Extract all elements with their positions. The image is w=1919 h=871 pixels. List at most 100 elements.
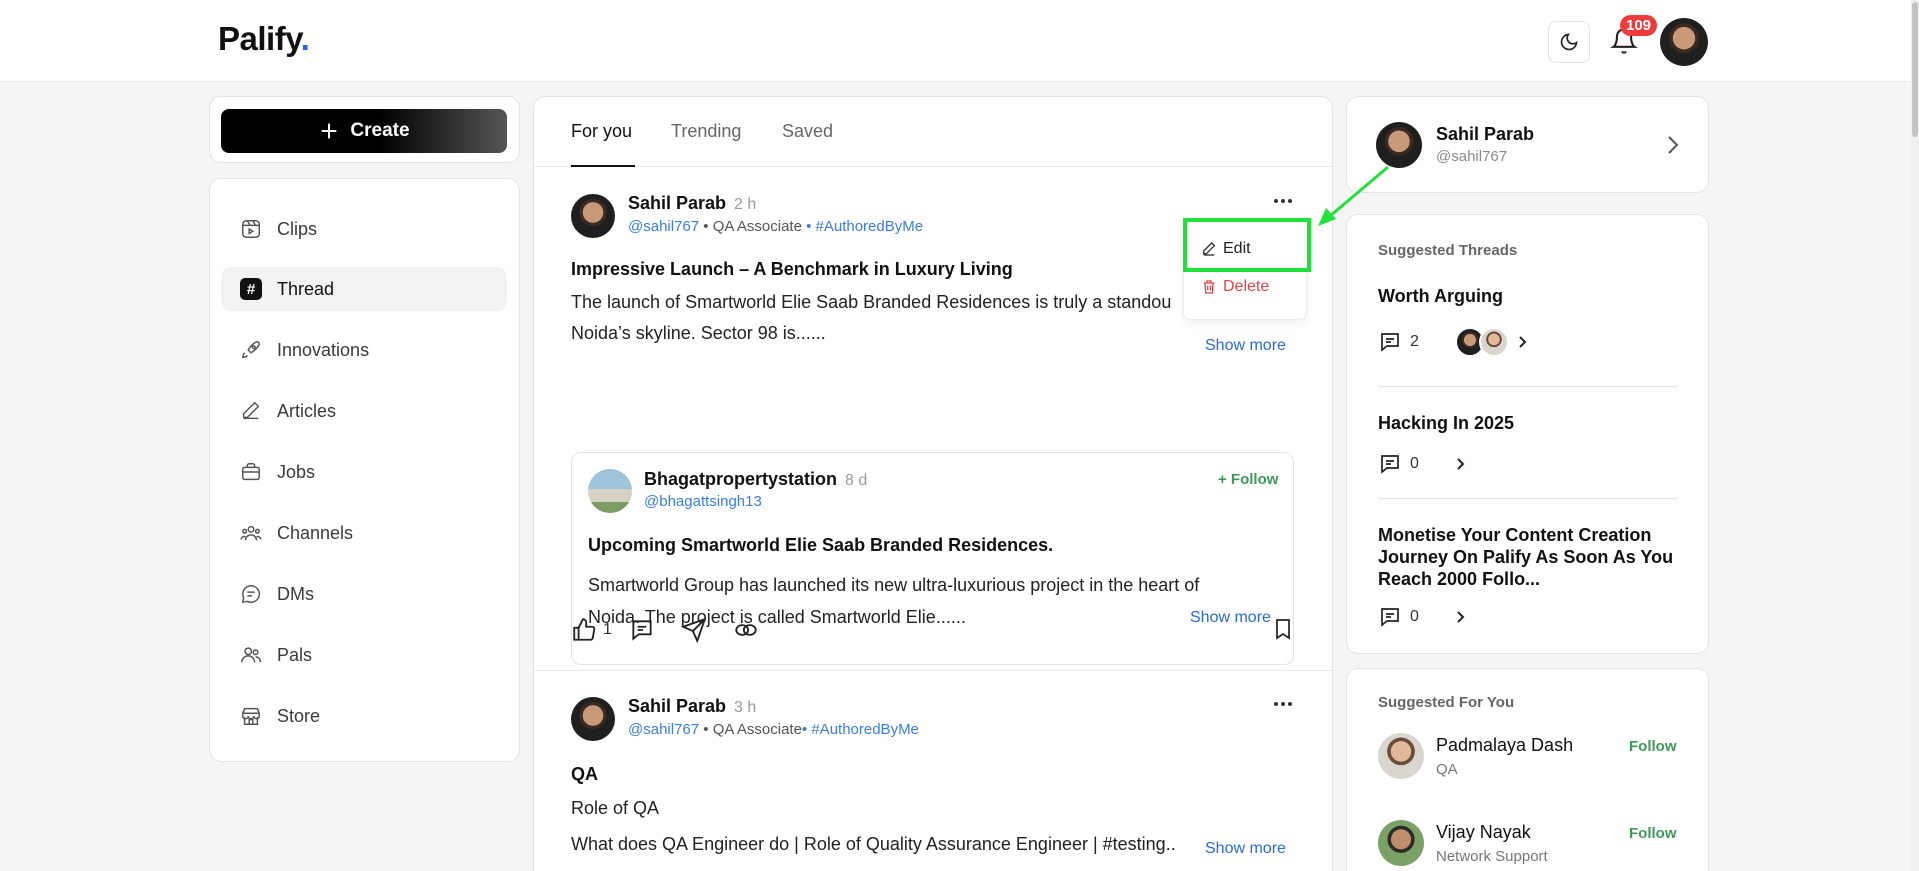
sidebar-item-label: Store xyxy=(277,705,321,726)
annotation-highlight-box xyxy=(1183,218,1311,272)
chevron-right-icon[interactable] xyxy=(1517,334,1529,350)
sidebar-item-jobs[interactable]: Jobs xyxy=(221,450,507,494)
moon-icon xyxy=(1560,33,1578,51)
sidebar-item-label: DMs xyxy=(277,583,314,604)
like-count: 1 xyxy=(603,621,612,638)
profile-name: Sahil Parab xyxy=(1436,124,1535,144)
profile-card[interactable]: Sahil Parab @sahil767 xyxy=(1346,96,1709,193)
create-button[interactable]: Create xyxy=(221,109,507,153)
post-video-link[interactable]: What does QA Engineer do | Role of Quali… xyxy=(571,829,1211,860)
comment-icon xyxy=(1381,608,1399,627)
profile-avatar[interactable] xyxy=(1376,122,1422,168)
share-button[interactable] xyxy=(681,617,707,643)
chevron-right-icon[interactable] xyxy=(1665,133,1681,157)
post-author-handle[interactable]: @sahil767 xyxy=(628,721,699,738)
sidebar-item-label: Clips xyxy=(277,218,318,239)
sidebar-item-store[interactable]: Store xyxy=(221,694,507,738)
thread-stats: 0 xyxy=(1378,452,1467,476)
thread-title[interactable]: Monetise Your Content Creation Journey O… xyxy=(1378,524,1678,590)
suggested-user-avatar[interactable] xyxy=(1378,820,1424,866)
more-dots-icon xyxy=(1274,199,1292,203)
post-time: 2 h xyxy=(734,196,757,213)
show-more-link[interactable]: Show more xyxy=(1205,337,1286,355)
tab-for-you[interactable]: For you xyxy=(571,121,632,142)
sidebar-item-label: Pals xyxy=(277,644,313,665)
suggested-user-name[interactable]: Vijay Nayak xyxy=(1436,822,1531,843)
post-tag[interactable]: #AuthoredByMe xyxy=(816,218,924,235)
people-icon xyxy=(239,521,263,545)
chevron-right-icon[interactable] xyxy=(1455,456,1467,472)
post-author-avatar[interactable] xyxy=(571,697,615,741)
store-icon xyxy=(239,704,263,728)
sidebar-item-clips[interactable]: Clips xyxy=(221,207,507,251)
quoted-author-name[interactable]: Bhagatpropertystation 8 d xyxy=(644,469,867,490)
sidebar-item-thread[interactable]: # Thread xyxy=(221,267,507,311)
follow-button[interactable]: + Follow xyxy=(1218,471,1278,488)
suggested-for-you-card: Suggested For You Padmalaya Dash QA Foll… xyxy=(1346,668,1709,871)
delete-menu-item[interactable]: Delete xyxy=(1201,278,1269,296)
tab-saved[interactable]: Saved xyxy=(782,121,833,142)
like-button[interactable]: 1 xyxy=(571,617,612,643)
comment-icon xyxy=(1381,333,1399,352)
comment-button[interactable] xyxy=(629,617,655,643)
thread-stats: 2 xyxy=(1378,327,1529,357)
profile-handle: @sahil767 xyxy=(1436,148,1508,165)
bookmark-icon xyxy=(1276,619,1290,640)
hash-icon: # xyxy=(239,277,263,301)
user-avatar[interactable] xyxy=(1660,18,1708,66)
tab-trending[interactable]: Trending xyxy=(671,121,741,142)
sidebar-item-dms[interactable]: DMs xyxy=(221,572,507,616)
comment-icon xyxy=(1381,455,1399,474)
suggested-user-name[interactable]: Padmalaya Dash xyxy=(1436,735,1573,756)
show-more-link[interactable]: Show more xyxy=(1205,840,1286,858)
bookmark-button[interactable] xyxy=(1271,617,1295,641)
post-tag[interactable]: • #AuthoredByMe xyxy=(802,721,919,738)
post-author-role: QA Associate xyxy=(712,218,802,235)
sidebar-item-pals[interactable]: Pals xyxy=(221,633,507,677)
more-dots-icon xyxy=(1274,702,1292,706)
thread-title[interactable]: Worth Arguing xyxy=(1378,285,1678,307)
comment-count: 2 xyxy=(1410,333,1419,350)
suggested-user-role: Network Support xyxy=(1436,848,1548,865)
post-author-avatar[interactable] xyxy=(571,194,615,238)
link-icon xyxy=(735,624,757,636)
palify-logo[interactable]: Palify. xyxy=(218,20,310,58)
sidebar-item-label: Articles xyxy=(277,400,337,421)
post-author-name[interactable]: Sahil Parab 2 h xyxy=(628,193,756,214)
post-author-handle[interactable]: @sahil767 xyxy=(628,218,699,235)
sidebar-item-innovations[interactable]: Innovations xyxy=(221,328,507,372)
sidebar-item-articles[interactable]: Articles xyxy=(221,389,507,433)
thumbs-up-icon xyxy=(573,618,596,641)
create-card: Create xyxy=(209,96,520,163)
rocket-icon xyxy=(239,338,263,362)
chat-icon xyxy=(239,582,263,606)
active-tab-indicator xyxy=(571,165,635,167)
follow-button[interactable]: Follow xyxy=(1629,738,1677,755)
page-scrollbar-thumb[interactable] xyxy=(1912,2,1918,137)
sidebar-item-label: Channels xyxy=(277,522,354,543)
post-author-name[interactable]: Sahil Parab 3 h xyxy=(628,696,756,717)
divider xyxy=(1378,498,1678,499)
follow-button[interactable]: Follow xyxy=(1629,825,1677,842)
feed-tabs: For you Trending Saved xyxy=(534,97,1334,167)
sidebar-item-channels[interactable]: Channels xyxy=(221,511,507,555)
quoted-author-avatar[interactable] xyxy=(588,469,632,513)
comment-count: 0 xyxy=(1410,455,1419,472)
thread-stats: 0 xyxy=(1378,605,1467,629)
participant-avatar xyxy=(1478,327,1509,357)
thread-title[interactable]: Hacking In 2025 xyxy=(1378,412,1678,434)
post-title: QA xyxy=(571,764,598,784)
trash-icon xyxy=(1203,280,1215,294)
post-time: 3 h xyxy=(734,699,757,716)
chevron-right-icon[interactable] xyxy=(1455,609,1467,625)
clips-icon xyxy=(239,217,263,241)
repost-button[interactable] xyxy=(733,617,759,643)
feed-panel: For you Trending Saved Sahil Parab 2 h @s… xyxy=(533,96,1334,871)
quoted-author-handle[interactable]: @bhagattsingh13 xyxy=(644,493,762,510)
post-actions: 1 xyxy=(571,617,1297,647)
suggested-user-avatar[interactable] xyxy=(1378,733,1424,779)
post-options-button[interactable] xyxy=(1269,694,1297,714)
section-title: Suggested Threads xyxy=(1378,242,1518,259)
dark-mode-toggle-button[interactable] xyxy=(1548,21,1590,63)
post-options-button[interactable] xyxy=(1269,191,1297,211)
